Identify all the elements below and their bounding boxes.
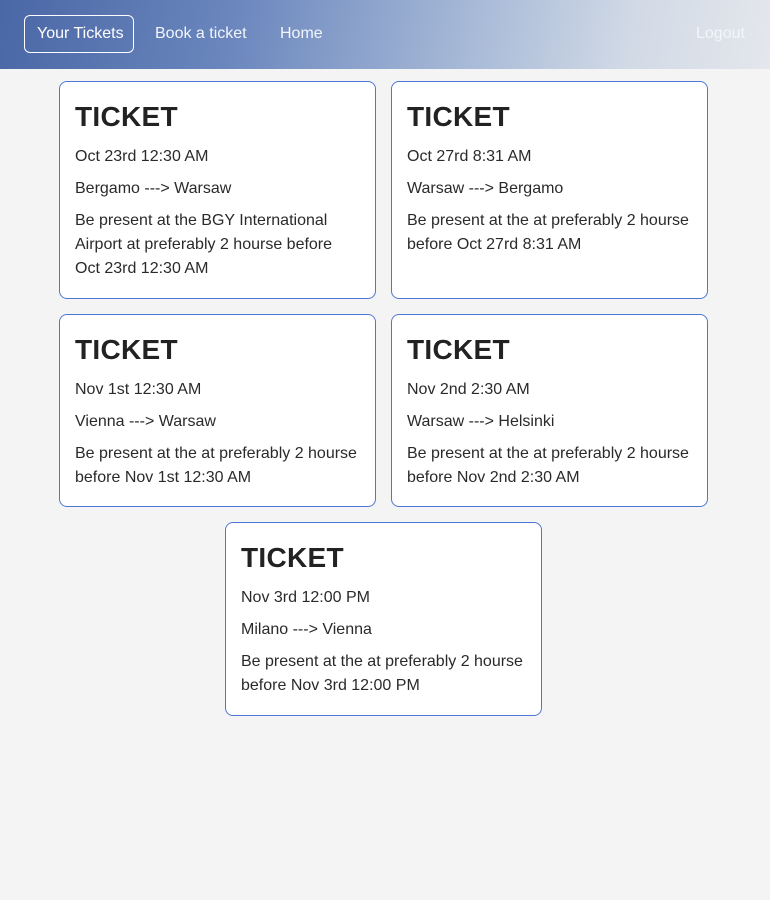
- ticket-date: Oct 27rd 8:31 AM: [407, 148, 532, 165]
- ticket-instructions: Be present at the at preferably 2 hourse…: [75, 445, 357, 486]
- ticket-title: TICKET: [75, 101, 178, 132]
- nav-your-tickets-link[interactable]: Your Tickets: [24, 15, 134, 53]
- ticket-card: TICKET Oct 27rd 8:31 AM Warsaw ---> Berg…: [391, 81, 708, 299]
- ticket-card: TICKET Nov 3rd 12:00 PM Milano ---> Vien…: [225, 522, 542, 716]
- ticket-date: Nov 1st 12:30 AM: [75, 381, 202, 398]
- ticket-title: TICKET: [75, 334, 178, 365]
- logout-link[interactable]: Logout: [696, 15, 745, 53]
- ticket-route: Bergamo ---> Warsaw: [75, 180, 232, 197]
- nav-book-ticket-link[interactable]: Book a ticket: [155, 15, 247, 53]
- ticket-route: Milano ---> Vienna: [241, 621, 372, 638]
- ticket-card: TICKET Oct 23rd 12:30 AM Bergamo ---> Wa…: [59, 81, 376, 299]
- ticket-title: TICKET: [407, 334, 510, 365]
- ticket-card: TICKET Nov 2nd 2:30 AM Warsaw ---> Helsi…: [391, 314, 708, 507]
- ticket-date: Nov 2nd 2:30 AM: [407, 381, 530, 398]
- ticket-card: TICKET Nov 1st 12:30 AM Vienna ---> Wars…: [59, 314, 376, 507]
- ticket-title: TICKET: [407, 101, 510, 132]
- ticket-route: Vienna ---> Warsaw: [75, 413, 216, 430]
- ticket-title: TICKET: [241, 542, 344, 573]
- ticket-instructions: Be present at the at preferably 2 hourse…: [407, 212, 689, 253]
- ticket-date: Nov 3rd 12:00 PM: [241, 589, 370, 606]
- ticket-instructions: Be present at the at preferably 2 hourse…: [407, 445, 689, 486]
- ticket-instructions: Be present at the BGY International Airp…: [75, 212, 333, 277]
- nav-home-link[interactable]: Home: [280, 15, 323, 53]
- ticket-route: Warsaw ---> Bergamo: [407, 180, 564, 197]
- ticket-date: Oct 23rd 12:30 AM: [75, 148, 209, 165]
- top-navbar: Your Tickets Book a ticket Home Logout: [0, 0, 770, 69]
- ticket-route: Warsaw ---> Helsinki: [407, 413, 555, 430]
- ticket-instructions: Be present at the at preferably 2 hourse…: [241, 653, 523, 694]
